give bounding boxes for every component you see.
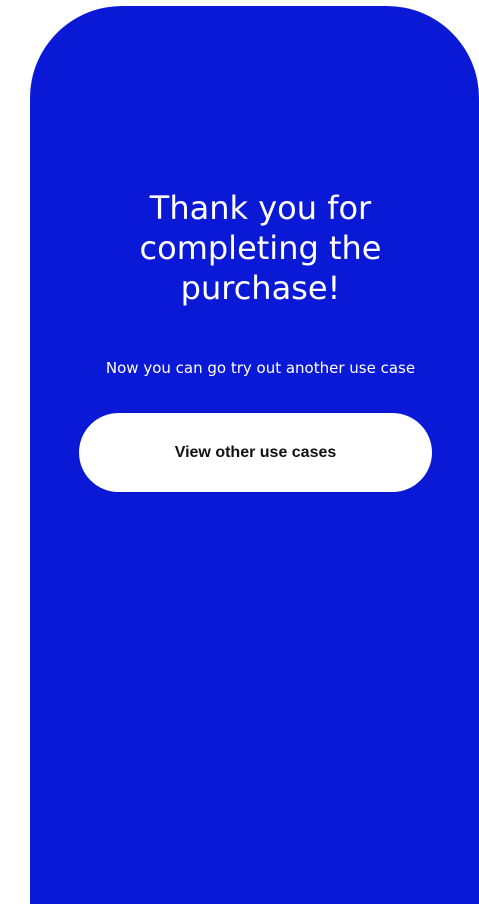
- title-line-3: purchase!: [180, 269, 341, 307]
- title-line-1: Thank you for: [149, 189, 372, 227]
- title-line-2: completing the: [139, 229, 382, 267]
- thank-you-title: Thank you for completing the purchase!: [48, 188, 473, 308]
- page: Thank you for completing the purchase! N…: [0, 0, 479, 904]
- thank-you-subtitle: Now you can go try out another use case: [105, 359, 416, 377]
- view-other-use-cases-button[interactable]: View other use cases: [79, 413, 432, 492]
